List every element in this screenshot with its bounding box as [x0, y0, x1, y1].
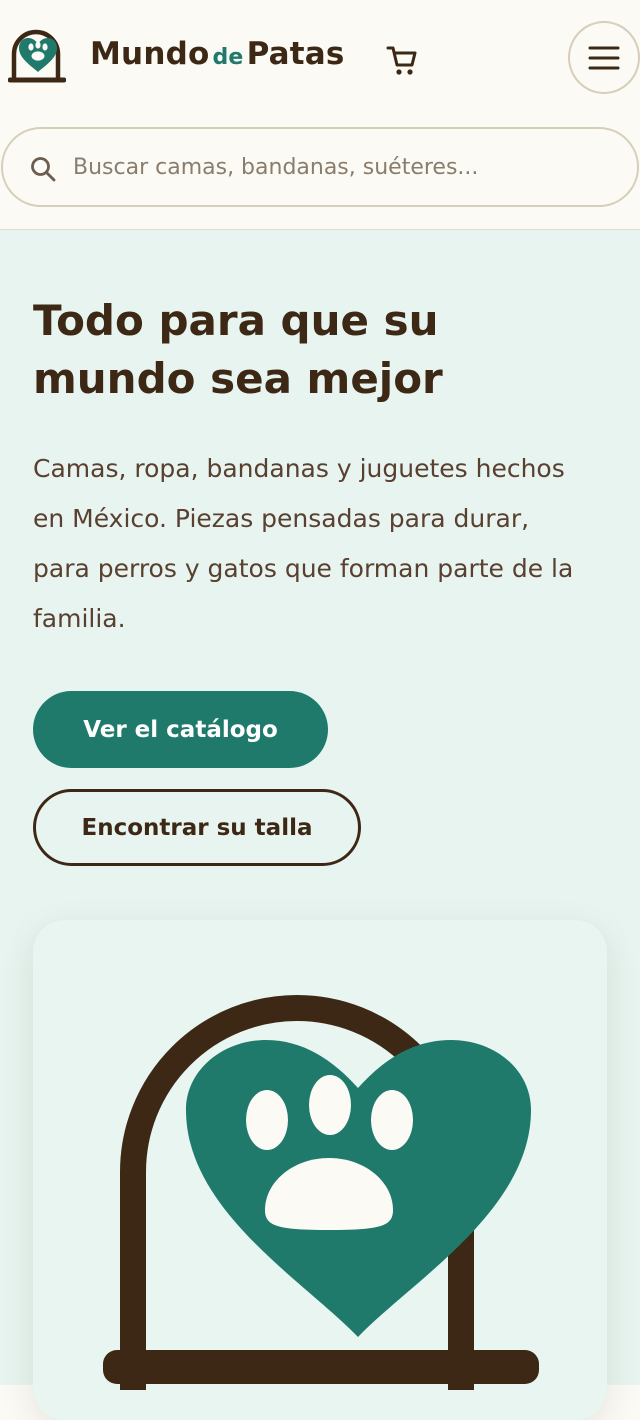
hero-section: Todo para que su mundo sea mejor Camas, …: [0, 230, 640, 1420]
search-input[interactable]: [71, 139, 611, 195]
brand-name-de: de: [212, 45, 244, 70]
menu-button[interactable]: [568, 21, 640, 94]
site-header: Mundo dePatas: [0, 0, 640, 230]
search-icon: [31, 157, 56, 182]
brand-name-part1: Mundo: [90, 36, 210, 72]
hero-description: Camas, ropa, bandanas y juguetes hechos …: [33, 454, 574, 633]
find-size-button[interactable]: Encontrar su talla: [33, 789, 361, 866]
hero-title: Todo para que su mundo sea mejor: [33, 296, 443, 403]
paw-heart-illustration: [103, 995, 539, 1390]
search-bar: [1, 127, 639, 207]
shopping-cart-icon: [386, 46, 417, 75]
paw-heart-logo-icon[interactable]: [8, 28, 66, 84]
view-catalog-button[interactable]: Ver el catálogo: [33, 691, 328, 768]
brand-name-part2: Patas: [246, 36, 345, 72]
brand-name[interactable]: Mundo dePatas: [90, 36, 345, 72]
hero-illustration-card: [33, 920, 607, 1420]
hamburger-menu-icon: [588, 46, 620, 69]
cart-button[interactable]: [380, 38, 424, 82]
